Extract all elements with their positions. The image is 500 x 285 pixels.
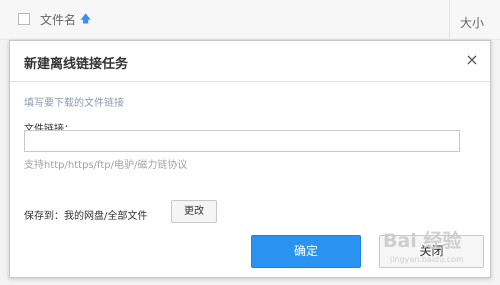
- change-path-button[interactable]: 更改: [171, 200, 217, 223]
- link-input[interactable]: [24, 130, 460, 152]
- sort-arrow-up-icon[interactable]: 🡅: [80, 10, 91, 29]
- save-path: 我的网盘/全部文件: [64, 211, 148, 222]
- file-list-header: 文件名 🡅 大小: [0, 0, 500, 40]
- page: 文件名 🡅 大小 新建离线链接任务 × 填写要下载的文件链接 文件链接： 支持h…: [0, 0, 500, 285]
- protocol-note: 支持http/https/ftp/电驴/磁力链协议: [24, 160, 188, 171]
- column-divider: [449, 0, 450, 40]
- dialog-header: 新建离线链接任务 ×: [10, 41, 490, 82]
- close-icon[interactable]: ×: [462, 50, 482, 70]
- link-hint: 填写要下载的文件链接: [24, 98, 124, 109]
- offline-task-dialog: 新建离线链接任务 × 填写要下载的文件链接 文件链接： 支持http/https…: [9, 40, 491, 278]
- confirm-button[interactable]: 确定: [251, 235, 361, 268]
- save-to-prefix: 保存到：: [24, 211, 64, 222]
- select-all-checkbox[interactable]: [18, 13, 30, 25]
- dialog-title: 新建离线链接任务: [24, 57, 129, 72]
- save-to-label: 保存到：我的网盘/全部文件: [24, 207, 147, 222]
- close-button[interactable]: 关闭: [379, 235, 484, 268]
- column-header-size[interactable]: 大小: [460, 14, 484, 31]
- column-header-filename[interactable]: 文件名: [40, 11, 76, 28]
